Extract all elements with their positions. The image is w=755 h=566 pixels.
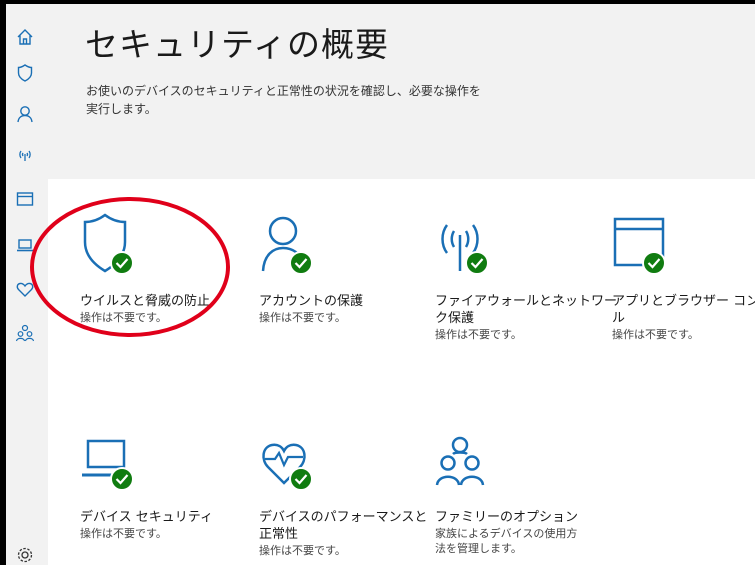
family-options-icon bbox=[435, 427, 515, 497]
tile-title: ウイルスと脅威の防止 bbox=[80, 294, 211, 309]
shield-check-icon bbox=[80, 211, 160, 281]
tile-status: 操作は不要です。 bbox=[80, 311, 167, 324]
tile-title-line2: ク保護 bbox=[435, 311, 475, 326]
tile-status: 操作は不要です。 bbox=[612, 328, 699, 341]
tile-account-protection[interactable]: アカウントの保護 操作は不要です。 bbox=[259, 211, 424, 325]
app-browser-check-icon bbox=[612, 211, 692, 281]
tile-status: 操作は不要です。 bbox=[259, 544, 346, 557]
person-icon[interactable] bbox=[14, 103, 36, 125]
tile-status: 操作は不要です。 bbox=[259, 311, 346, 324]
tile-title: アカウントの保護 bbox=[259, 294, 364, 309]
shield-icon[interactable] bbox=[14, 62, 36, 84]
check-badge-icon bbox=[110, 251, 134, 275]
tile-title-line1: ファイアウォールとネットワー bbox=[435, 294, 618, 309]
check-badge-icon bbox=[642, 251, 666, 275]
check-badge-icon bbox=[465, 251, 489, 275]
header: セキュリティの概要 お使いのデバイスのセキュリティと正常性の状況を確認し、必要な… bbox=[48, 4, 755, 179]
sidebar bbox=[6, 4, 48, 565]
tile-device-security[interactable]: デバイス セキュリティ 操作は不要です。 bbox=[80, 427, 245, 541]
laptop-icon[interactable] bbox=[14, 234, 36, 256]
page-title: セキュリティの概要 bbox=[85, 25, 390, 64]
tile-title-line2: 正常性 bbox=[259, 527, 299, 542]
tile-app-browser-control[interactable]: アプリとブラウザー コントロー ル 操作は不要です。 bbox=[612, 211, 755, 342]
tile-title-line1: デバイスのパフォーマンスと bbox=[259, 510, 428, 525]
tile-title: デバイス セキュリティ bbox=[80, 510, 213, 525]
tile-title-line1: アプリとブラウザー コントロー bbox=[612, 294, 755, 309]
device-performance-check-icon bbox=[259, 427, 339, 497]
main-content: ウイルスと脅威の防止 操作は不要です。 アカウントの保護 操作は不要です。 ファ… bbox=[48, 179, 755, 565]
check-badge-icon bbox=[110, 467, 134, 491]
family-icon[interactable] bbox=[14, 322, 36, 344]
tile-device-performance-health[interactable]: デバイスのパフォーマンスと 正常性 操作は不要です。 bbox=[259, 427, 428, 558]
app-browser-icon[interactable] bbox=[14, 188, 36, 210]
tile-title-line2: ル bbox=[612, 311, 626, 326]
tile-title: ファミリーのオプション bbox=[435, 510, 579, 525]
account-check-icon bbox=[259, 211, 339, 281]
firewall-check-icon bbox=[435, 211, 515, 281]
tile-status: 操作は不要です。 bbox=[80, 527, 167, 540]
tile-family-options[interactable]: ファミリーのオプション 家族によるデバイスの使用方 法を管理します。 bbox=[435, 427, 600, 556]
tile-firewall-network-protection[interactable]: ファイアウォールとネットワー ク保護 操作は不要です。 bbox=[435, 211, 618, 342]
page-subtitle: お使いのデバイスのセキュリティと正常性の状況を確認し、必要な操作を実行します。 bbox=[86, 84, 481, 116]
wireless-icon[interactable] bbox=[14, 144, 36, 166]
device-security-check-icon bbox=[80, 427, 160, 497]
tile-status-line2: 法を管理します。 bbox=[435, 542, 522, 555]
check-badge-icon bbox=[289, 251, 313, 275]
heart-icon[interactable] bbox=[14, 278, 36, 300]
home-icon[interactable] bbox=[14, 26, 36, 48]
gear-icon[interactable] bbox=[14, 544, 36, 566]
check-badge-icon bbox=[289, 467, 313, 491]
tile-virus-threat-protection[interactable]: ウイルスと脅威の防止 操作は不要です。 bbox=[80, 211, 245, 325]
tile-status-line1: 家族によるデバイスの使用方 bbox=[435, 527, 578, 540]
tile-status: 操作は不要です。 bbox=[435, 328, 522, 341]
